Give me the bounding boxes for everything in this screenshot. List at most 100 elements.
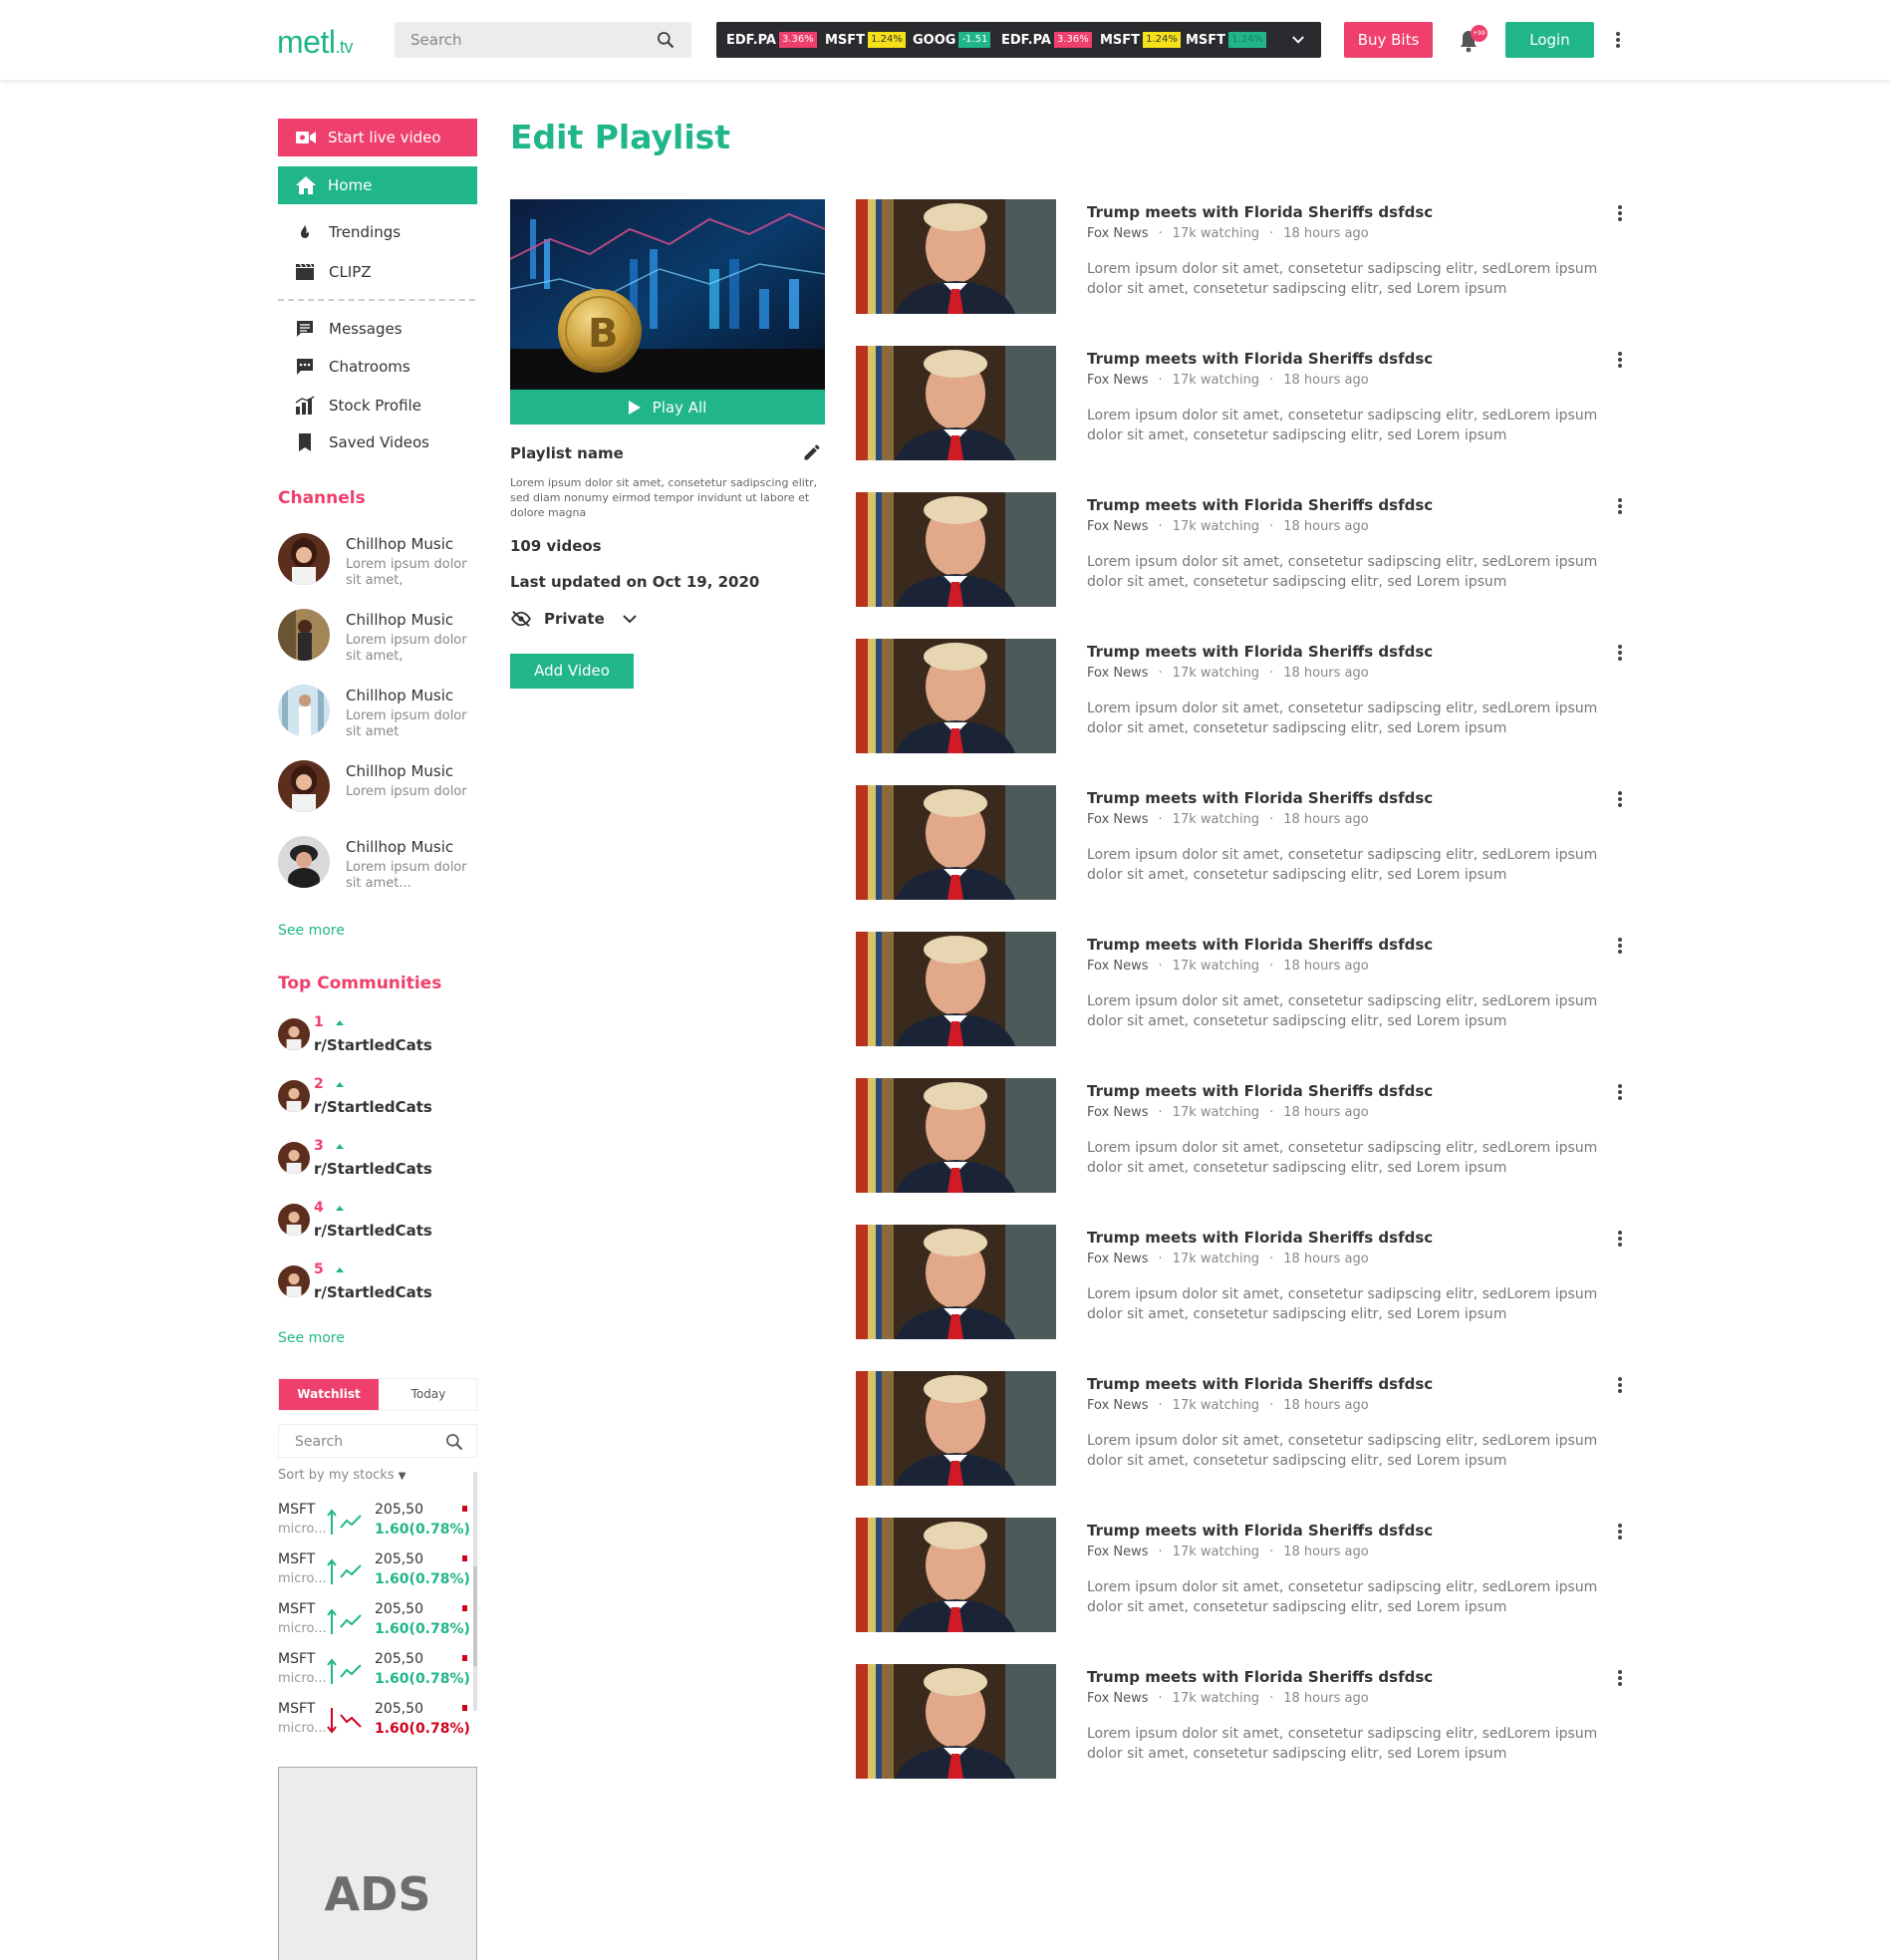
channel-item[interactable]: Chillhop Music Lorem ipsum dolor sit ame… [278, 609, 477, 669]
video-title[interactable]: Trump meets with Florida Sheriffs dsfdsc [1087, 203, 1433, 221]
tab-today[interactable]: Today [379, 1379, 478, 1410]
watchlist-row[interactable]: MSFT micro... 205,50 1.60(0.78%) [278, 1551, 470, 1599]
video-title[interactable]: Trump meets with Florida Sheriffs dsfdsc [1087, 1668, 1433, 1686]
video-channel[interactable]: Fox News [1087, 226, 1149, 241]
video-channel[interactable]: Fox News [1087, 1691, 1149, 1706]
watchlist-row[interactable]: MSFT micro... 205,50 1.60(0.78%) [278, 1701, 470, 1749]
sidebar-item-stock-profile[interactable]: Stock Profile [295, 396, 421, 416]
video-channel[interactable]: Fox News [1087, 1544, 1149, 1559]
community-item[interactable]: 4 r/StartledCats [278, 1200, 477, 1250]
video-thumbnail[interactable] [856, 1225, 1056, 1339]
video-thumbnail[interactable] [856, 199, 1056, 314]
more-options-icon[interactable] [1617, 789, 1623, 809]
video-title[interactable]: Trump meets with Florida Sheriffs dsfdsc [1087, 350, 1433, 368]
see-more-channels-link[interactable]: See more [278, 923, 345, 939]
add-video-button[interactable]: Add Video [510, 654, 634, 689]
video-title[interactable]: Trump meets with Florida Sheriffs dsfdsc [1087, 1082, 1433, 1100]
video-title[interactable]: Trump meets with Florida Sheriffs dsfdsc [1087, 936, 1433, 954]
community-item[interactable]: 1 r/StartledCats [278, 1014, 477, 1064]
video-thumbnail[interactable] [856, 639, 1056, 753]
ticker-item[interactable]: EDF.PA 3.36% [1001, 32, 1092, 48]
ticker-item[interactable]: GOOG -1.51 [913, 32, 991, 48]
ticker-item[interactable]: MSFT 1.24% [1100, 32, 1181, 48]
sidebar-item-chatrooms[interactable]: Chatrooms [295, 357, 410, 377]
video-channel[interactable]: Fox News [1087, 1105, 1149, 1120]
video-channel[interactable]: Fox News [1087, 519, 1149, 534]
video-item[interactable]: Trump meets with Florida Sheriffs dsfdsc… [856, 1371, 1633, 1486]
play-all-button[interactable]: Play All [510, 390, 825, 424]
chevron-down-icon[interactable] [1289, 31, 1307, 49]
video-channel[interactable]: Fox News [1087, 1398, 1149, 1413]
more-options-icon[interactable] [1617, 936, 1623, 956]
channel-item[interactable]: Chillhop Music Lorem ipsum dolor sit ame… [278, 836, 477, 896]
video-thumbnail[interactable] [856, 492, 1056, 607]
video-item[interactable]: Trump meets with Florida Sheriffs dsfdsc… [856, 1664, 1633, 1779]
video-item[interactable]: Trump meets with Florida Sheriffs dsfdsc… [856, 639, 1633, 753]
more-options-icon[interactable] [1617, 1522, 1623, 1541]
sidebar-item-trendings[interactable]: Trendings [295, 222, 401, 242]
search-icon[interactable] [656, 30, 675, 50]
video-thumbnail[interactable] [856, 1078, 1056, 1193]
see-more-communities-link[interactable]: See more [278, 1330, 345, 1346]
privacy-dropdown[interactable]: Private [510, 610, 637, 628]
ticker-item[interactable]: EDF.PA 3.36% [726, 32, 817, 48]
video-channel[interactable]: Fox News [1087, 959, 1149, 974]
watchlist-row[interactable]: MSFT micro... 205,50 1.60(0.78%) [278, 1502, 470, 1549]
video-thumbnail[interactable] [856, 785, 1056, 900]
video-title[interactable]: Trump meets with Florida Sheriffs dsfdsc [1087, 496, 1433, 514]
video-channel[interactable]: Fox News [1087, 812, 1149, 827]
video-item[interactable]: Trump meets with Florida Sheriffs dsfdsc… [856, 1225, 1633, 1339]
video-item[interactable]: Trump meets with Florida Sheriffs dsfdsc… [856, 492, 1633, 607]
search-input[interactable]: Search [395, 22, 691, 58]
video-channel[interactable]: Fox News [1087, 666, 1149, 681]
video-item[interactable]: Trump meets with Florida Sheriffs dsfdsc… [856, 346, 1633, 460]
ticker-item[interactable]: MSFT 1.24% [1186, 32, 1266, 48]
video-channel[interactable]: Fox News [1087, 373, 1149, 388]
more-options-icon[interactable] [1617, 203, 1623, 223]
video-title[interactable]: Trump meets with Florida Sheriffs dsfdsc [1087, 1229, 1433, 1247]
video-thumbnail[interactable] [856, 1518, 1056, 1632]
watchlist-scrollbar[interactable] [473, 1472, 477, 1711]
watchlist-search-input[interactable]: Search [278, 1424, 477, 1458]
more-options-icon[interactable] [1615, 30, 1621, 50]
more-options-icon[interactable] [1617, 1375, 1623, 1395]
login-button[interactable]: Login [1505, 22, 1594, 58]
video-title[interactable]: Trump meets with Florida Sheriffs dsfdsc [1087, 1522, 1433, 1540]
start-live-video-button[interactable]: Start live video [278, 119, 477, 156]
video-thumbnail[interactable] [856, 1664, 1056, 1779]
video-title[interactable]: Trump meets with Florida Sheriffs dsfdsc [1087, 643, 1433, 661]
more-options-icon[interactable] [1617, 1082, 1623, 1102]
sort-dropdown[interactable]: Sort by my stocks ▼ [278, 1468, 405, 1483]
channel-item[interactable]: Chillhop Music Lorem ipsum dolor sit ame… [278, 533, 477, 593]
stock-ticker[interactable]: EDF.PA 3.36% MSFT 1.24% GOOG -1.51 EDF.PA 3.… [716, 22, 1321, 58]
video-item[interactable]: Trump meets with Florida Sheriffs dsfdsc… [856, 199, 1633, 314]
ads-banner[interactable]: ADS [278, 1767, 477, 1960]
sidebar-item-home[interactable]: Home [278, 166, 477, 204]
pencil-icon[interactable] [802, 442, 822, 462]
watchlist-row[interactable]: MSFT micro... 205,50 1.60(0.78%) [278, 1601, 470, 1649]
more-options-icon[interactable] [1617, 1668, 1623, 1688]
video-channel[interactable]: Fox News [1087, 1252, 1149, 1266]
video-item[interactable]: Trump meets with Florida Sheriffs dsfdsc… [856, 932, 1633, 1046]
watchlist-row[interactable]: MSFT micro... 205,50 1.60(0.78%) [278, 1651, 470, 1699]
ticker-item[interactable]: MSFT 1.24% [825, 32, 906, 48]
sidebar-item-clipz[interactable]: CLIPZ [295, 262, 372, 282]
video-item[interactable]: Trump meets with Florida Sheriffs dsfdsc… [856, 1518, 1633, 1632]
video-title[interactable]: Trump meets with Florida Sheriffs dsfdsc [1087, 1375, 1433, 1393]
metl-logo[interactable]: metl.tv [277, 24, 353, 61]
more-options-icon[interactable] [1617, 1229, 1623, 1249]
sidebar-item-messages[interactable]: Messages [295, 319, 403, 339]
playlist-thumbnail[interactable]: B [510, 199, 825, 390]
search-icon[interactable] [444, 1432, 464, 1452]
more-options-icon[interactable] [1617, 643, 1623, 663]
community-item[interactable]: 5 r/StartledCats [278, 1261, 477, 1311]
community-item[interactable]: 2 r/StartledCats [278, 1076, 477, 1126]
more-options-icon[interactable] [1617, 350, 1623, 370]
sidebar-item-saved-videos[interactable]: Saved Videos [295, 432, 429, 452]
video-item[interactable]: Trump meets with Florida Sheriffs dsfdsc… [856, 1078, 1633, 1193]
community-item[interactable]: 3 r/StartledCats [278, 1138, 477, 1188]
video-title[interactable]: Trump meets with Florida Sheriffs dsfdsc [1087, 789, 1433, 807]
channel-item[interactable]: Chillhop Music Lorem ipsum dolor [278, 760, 477, 820]
video-thumbnail[interactable] [856, 346, 1056, 460]
video-item[interactable]: Trump meets with Florida Sheriffs dsfdsc… [856, 785, 1633, 900]
